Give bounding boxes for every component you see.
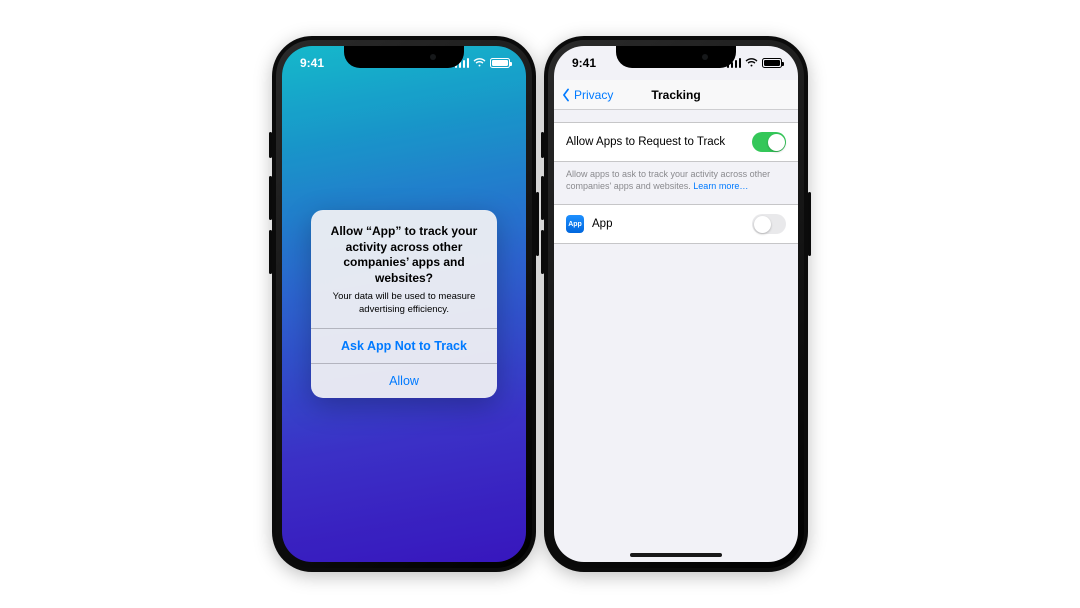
back-label: Privacy	[574, 88, 613, 102]
status-right	[455, 58, 511, 68]
alert-message: Your data will be used to measure advert…	[325, 291, 483, 316]
section-footer: Allow apps to ask to track your activity…	[554, 162, 798, 192]
status-time: 9:41	[300, 56, 324, 70]
phone-right: 9:41 Privacy Tracking	[544, 36, 808, 572]
settings-content: Allow Apps to Request to Track Allow app…	[554, 110, 798, 562]
app-icon: App	[566, 215, 584, 233]
screen-right: 9:41 Privacy Tracking	[554, 46, 798, 562]
battery-icon	[762, 58, 782, 68]
volume-up-button	[541, 176, 544, 220]
wifi-icon	[473, 58, 486, 68]
learn-more-link[interactable]: Learn more…	[693, 181, 748, 191]
screen-left: 9:41 Allow “App” to track your activity …	[282, 46, 526, 562]
allow-apps-request-cell: Allow Apps to Request to Track	[554, 122, 798, 162]
allow-apps-request-toggle[interactable]	[752, 132, 786, 152]
wifi-icon	[745, 58, 758, 68]
home-indicator[interactable]	[630, 553, 722, 557]
apps-group: App App	[554, 204, 798, 244]
status-time: 9:41	[572, 56, 596, 70]
back-button[interactable]: Privacy	[560, 80, 613, 109]
allow-button[interactable]: Allow	[311, 363, 497, 398]
side-button	[536, 192, 539, 256]
alert-title: Allow “App” to track your activity acros…	[325, 224, 483, 286]
mute-switch	[269, 132, 272, 158]
chevron-left-icon	[560, 88, 572, 102]
notch	[616, 46, 736, 68]
volume-down-button	[269, 230, 272, 274]
nav-bar: Privacy Tracking	[554, 80, 798, 110]
app-row: App App	[554, 204, 798, 244]
phone-left: 9:41 Allow “App” to track your activity …	[272, 36, 536, 572]
volume-up-button	[269, 176, 272, 220]
notch	[344, 46, 464, 68]
nav-title: Tracking	[651, 88, 700, 102]
device-pair: 9:41 Allow “App” to track your activity …	[0, 0, 1080, 608]
battery-icon	[490, 58, 510, 68]
mute-switch	[541, 132, 544, 158]
ask-not-to-track-button[interactable]: Ask App Not to Track	[311, 328, 497, 363]
alert-body: Allow “App” to track your activity acros…	[311, 210, 497, 328]
status-right	[727, 58, 783, 68]
master-toggle-group: Allow Apps to Request to Track Allow app…	[554, 122, 798, 192]
tracking-permission-alert: Allow “App” to track your activity acros…	[311, 210, 497, 398]
app-tracking-toggle[interactable]	[752, 214, 786, 234]
app-name: App	[592, 218, 612, 230]
side-button	[808, 192, 811, 256]
volume-down-button	[541, 230, 544, 274]
allow-apps-request-label: Allow Apps to Request to Track	[566, 136, 725, 148]
